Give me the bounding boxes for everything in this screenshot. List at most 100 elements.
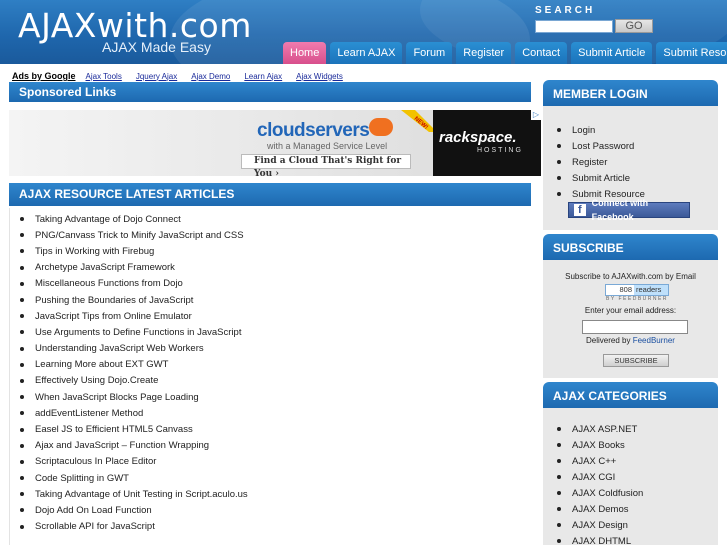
article-link[interactable]: Easel JS to Efficient HTML5 Canvass	[35, 424, 193, 435]
connect-facebook-button[interactable]: f Connect with Facebook	[568, 198, 690, 222]
category-link[interactable]: AJAX Demos	[572, 504, 629, 515]
nav-tab-submit-article[interactable]: Submit Article	[571, 42, 653, 64]
main-nav: Home Learn AJAX Forum Register Contact S…	[283, 42, 727, 64]
list-item: Scriptaculous In Place Editor	[10, 454, 531, 470]
email-field[interactable]	[582, 320, 688, 334]
list-item: Taking Advantage of Unit Testing in Scri…	[10, 486, 531, 502]
nav-tab-forum[interactable]: Forum	[406, 42, 453, 64]
list-item: Pushing the Boundaries of JavaScript	[10, 292, 531, 308]
nav-tab-learn-ajax[interactable]: Learn AJAX	[330, 42, 403, 64]
search-input[interactable]	[535, 20, 613, 33]
rackspace-logo: rackspace.	[439, 129, 517, 146]
article-link[interactable]: Effectively Using Dojo.Create	[35, 375, 158, 386]
adchoices-icon[interactable]: ▷	[531, 110, 541, 120]
bullet-icon	[20, 298, 24, 303]
articles-list: Taking Advantage of Dojo Connect PNG/Can…	[9, 208, 531, 545]
ad-link-ajax-demo[interactable]: Ajax Demo	[191, 72, 230, 81]
member-links: Login Lost Password Register Submit Arti…	[557, 122, 645, 202]
list-item: Register	[557, 154, 645, 170]
member-link-lost-password[interactable]: Lost Password	[572, 141, 634, 152]
site-tagline: AJAX Made Easy	[102, 39, 211, 55]
category-link[interactable]: AJAX CGI	[572, 472, 615, 483]
banner-cta-button[interactable]: Find a Cloud That's Right for You ›	[241, 154, 411, 179]
list-item: Dojo Add On Load Function	[10, 502, 531, 518]
feedburner-link[interactable]: FeedBurner	[633, 336, 675, 345]
category-link[interactable]: AJAX DHTML	[572, 536, 631, 545]
member-login-box: Login Lost Password Register Submit Arti…	[543, 106, 718, 230]
bullet-icon	[557, 539, 561, 543]
article-link[interactable]: Dojo Add On Load Function	[35, 505, 152, 516]
banner-subtitle: with a Managed Service Level	[267, 141, 388, 151]
ajax-categories-heading: AJAX CATEGORIES	[543, 382, 718, 408]
bullet-icon	[20, 314, 24, 319]
feedburner-readers-badge[interactable]: 808 readers	[605, 284, 669, 296]
list-item: Tips in Working with Firebug	[10, 243, 531, 259]
nav-tab-register[interactable]: Register	[456, 42, 512, 64]
ad-link-ajax-widgets[interactable]: Ajax Widgets	[296, 72, 343, 81]
bullet-icon	[557, 507, 561, 511]
list-item: Taking Advantage of Dojo Connect	[10, 211, 531, 227]
list-item: Code Splitting in GWT	[10, 470, 531, 486]
list-item: Scrollable API for JavaScript	[10, 519, 531, 535]
nav-tab-contact[interactable]: Contact	[515, 42, 568, 64]
ad-link-jquery-ajax[interactable]: Jquery Ajax	[136, 72, 177, 81]
article-link[interactable]: Code Splitting in GWT	[35, 473, 129, 484]
article-link[interactable]: Learning More about EXT GWT	[35, 359, 168, 370]
subscribe-heading: SUBSCRIBE	[543, 234, 718, 260]
bullet-icon	[20, 508, 24, 513]
nav-tab-submit-resource[interactable]: Submit Resource	[656, 42, 727, 64]
bullet-icon	[20, 281, 24, 286]
bullet-icon	[557, 128, 561, 132]
article-link[interactable]: Pushing the Boundaries of JavaScript	[35, 295, 193, 306]
list-item: Understanding JavaScript Web Workers	[10, 341, 531, 357]
bullet-icon	[557, 176, 561, 180]
ad-link-learn-ajax[interactable]: Learn Ajax	[244, 72, 282, 81]
list-item: AJAX Demos	[557, 501, 643, 517]
article-link[interactable]: Use Arguments to Define Functions in Jav…	[35, 327, 241, 338]
ad-link-ajax-tools[interactable]: Ajax Tools	[86, 72, 122, 81]
article-link[interactable]: Taking Advantage of Dojo Connect	[35, 214, 181, 225]
category-link[interactable]: AJAX Design	[572, 520, 628, 531]
bullet-icon	[557, 192, 561, 196]
article-link[interactable]: JavaScript Tips from Online Emulator	[35, 311, 192, 322]
member-link-register[interactable]: Register	[572, 157, 607, 168]
feedburner-badge-tag: BY FEEDBURNER	[606, 296, 668, 302]
article-link[interactable]: PNG/Canvass Trick to Minify JavaScript a…	[35, 230, 244, 241]
rackspace-hosting-label: HOSTING	[477, 147, 523, 154]
category-link[interactable]: AJAX Coldfusion	[572, 488, 643, 499]
bullet-icon	[557, 491, 561, 495]
category-link[interactable]: AJAX Books	[572, 440, 625, 451]
list-item: Login	[557, 122, 645, 138]
list-item: AJAX DHTML	[557, 533, 643, 545]
bullet-icon	[557, 160, 561, 164]
article-link[interactable]: Taking Advantage of Unit Testing in Scri…	[35, 489, 248, 500]
list-item: Lost Password	[557, 138, 645, 154]
subscribe-button[interactable]: SUBSCRIBE	[603, 354, 669, 367]
list-item: JavaScript Tips from Online Emulator	[10, 308, 531, 324]
member-link-login[interactable]: Login	[572, 125, 595, 136]
category-list: AJAX ASP.NET AJAX Books AJAX C++ AJAX CG…	[557, 421, 643, 545]
member-login-heading: MEMBER LOGIN	[543, 80, 718, 106]
list-item: When JavaScript Blocks Page Loading	[10, 389, 531, 405]
search-go-button[interactable]: GO	[615, 19, 653, 33]
search-label: SEARCH	[535, 5, 596, 16]
list-item: Use Arguments to Define Functions in Jav…	[10, 324, 531, 340]
bullet-icon	[557, 475, 561, 479]
article-link[interactable]: Archetype JavaScript Framework	[35, 262, 175, 273]
category-link[interactable]: AJAX C++	[572, 456, 616, 467]
article-link[interactable]: Scrollable API for JavaScript	[35, 521, 155, 532]
ads-by-google-link[interactable]: Ads by Google	[12, 71, 76, 81]
article-link[interactable]: Understanding JavaScript Web Workers	[35, 343, 204, 354]
rackspace-banner-ad[interactable]: cloudservers with a Managed Service Leve…	[9, 110, 541, 179]
bullet-icon	[20, 362, 24, 367]
cloud-icon	[369, 118, 393, 136]
article-link[interactable]: addEventListener Method	[35, 408, 143, 419]
nav-tab-home[interactable]: Home	[283, 42, 327, 64]
article-link[interactable]: When JavaScript Blocks Page Loading	[35, 392, 199, 403]
article-link[interactable]: Miscellaneous Functions from Dojo	[35, 278, 183, 289]
article-link[interactable]: Scriptaculous In Place Editor	[35, 456, 156, 467]
category-link[interactable]: AJAX ASP.NET	[572, 424, 637, 435]
member-link-submit-article[interactable]: Submit Article	[572, 173, 630, 184]
article-link[interactable]: Tips in Working with Firebug	[35, 246, 154, 257]
article-link[interactable]: Ajax and JavaScript – Function Wrapping	[35, 440, 209, 451]
